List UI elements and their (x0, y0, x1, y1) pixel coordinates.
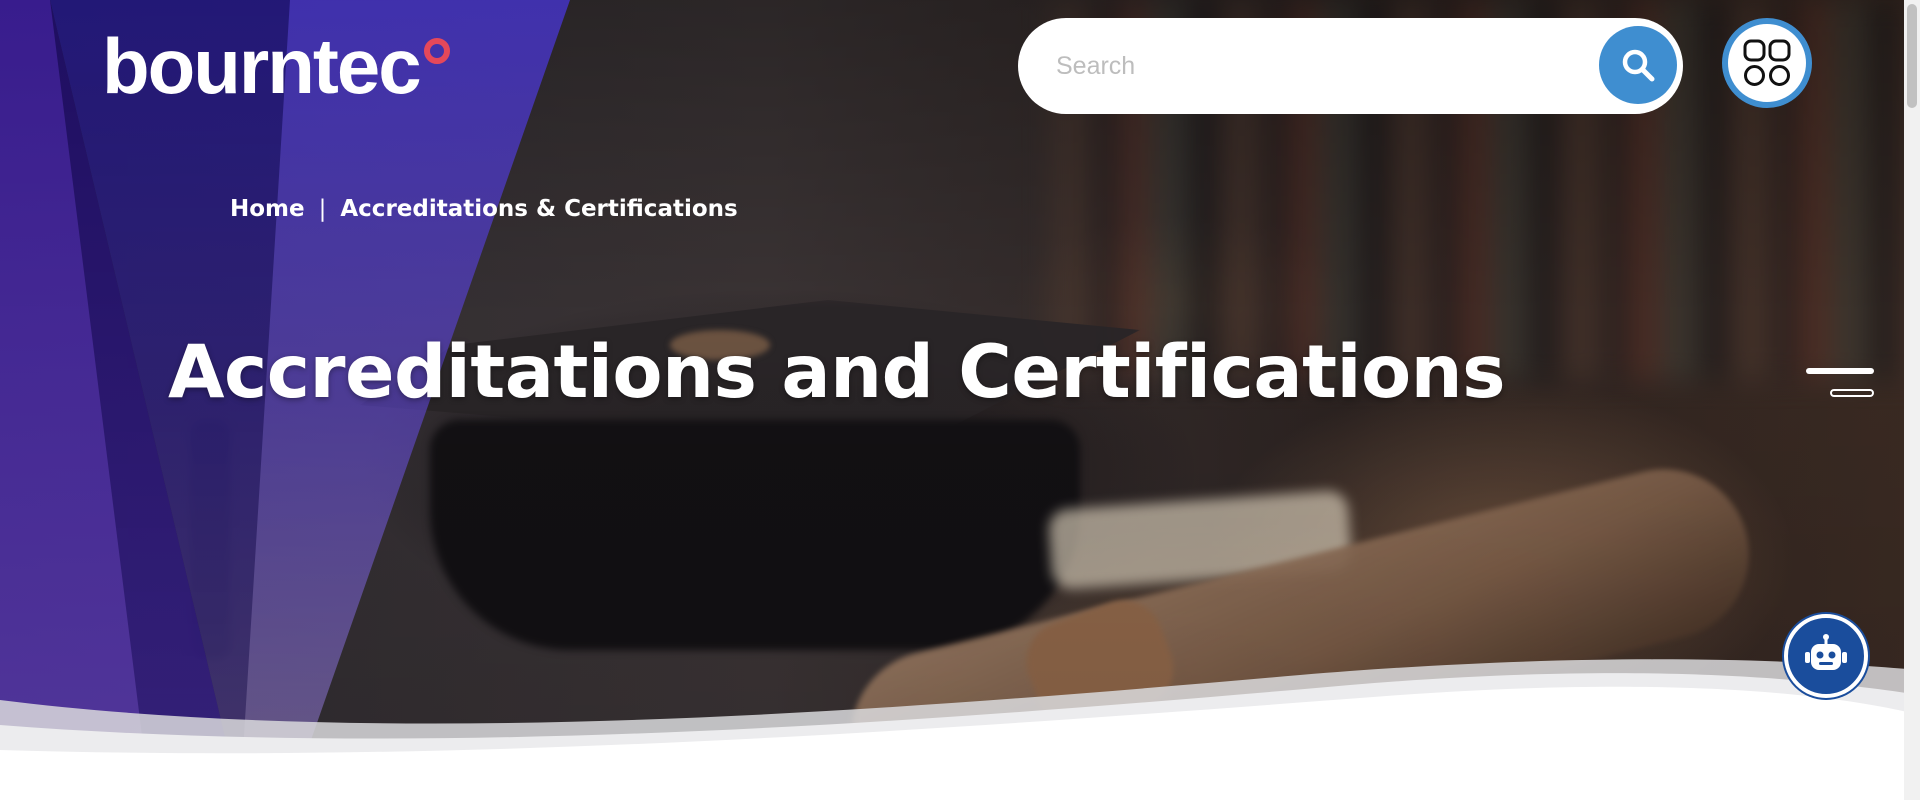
brand-logo[interactable]: bourntec (102, 26, 450, 106)
search-button[interactable] (1599, 26, 1677, 104)
search-input[interactable] (1054, 36, 1534, 96)
logo-ring-icon (423, 38, 450, 64)
chatbot-button[interactable] (1784, 614, 1868, 698)
logo-text: bourntec (102, 22, 422, 110)
menu-toggle-button[interactable] (1806, 364, 1876, 402)
breadcrumb-current: Accreditations & Certifications (340, 196, 738, 222)
scrollbar-thumb[interactable] (1907, 4, 1917, 108)
page-title: Accreditations and Certifications (168, 330, 1506, 415)
robot-icon (1805, 634, 1847, 670)
bottom-wave (0, 659, 1920, 800)
page-scrollbar[interactable] (1904, 0, 1920, 800)
apps-menu-button[interactable] (1722, 18, 1812, 108)
breadcrumb: Home | Accreditations & Certifications (230, 196, 738, 222)
breadcrumb-home-link[interactable]: Home (230, 196, 305, 222)
search-bar (1018, 18, 1683, 114)
page: bourntec Home | Accreditations & Certifi… (0, 0, 1920, 800)
menu-lines-icon (1806, 368, 1874, 374)
search-icon (1622, 49, 1655, 82)
grid-apps-icon (1743, 39, 1791, 86)
breadcrumb-separator: | (318, 196, 327, 222)
